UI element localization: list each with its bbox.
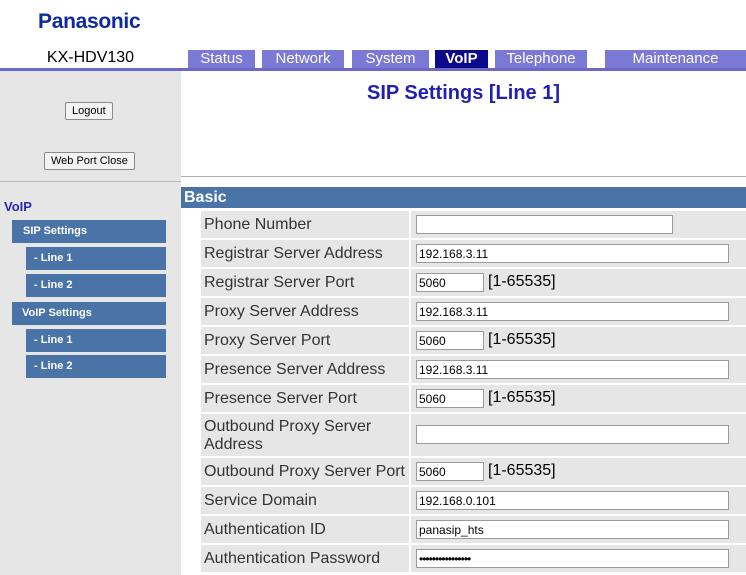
presence-server-address-input[interactable] <box>416 360 729 379</box>
tab-maintenance[interactable]: Maintenance <box>605 50 746 68</box>
tab-status[interactable]: Status <box>188 50 255 68</box>
logout-button[interactable]: Logout <box>65 102 113 120</box>
phone-number-input[interactable] <box>416 215 673 234</box>
label-outbound-proxy-server-address: Outbound Proxy Server Address <box>201 414 409 456</box>
title-divider <box>181 176 746 177</box>
label-presence-server-port: Presence Server Port <box>201 385 409 412</box>
label-registrar-server-address: Registrar Server Address <box>201 240 409 267</box>
label-presence-server-address: Presence Server Address <box>201 356 409 383</box>
cell-outbound-proxy-server-port: [1-65535] <box>411 458 746 485</box>
row-presence-server-address: Presence Server Address <box>201 356 746 383</box>
outbound-proxy-server-port-input[interactable] <box>416 462 484 481</box>
label-registrar-server-port: Registrar Server Port <box>201 269 409 296</box>
tab-system[interactable]: System <box>352 50 429 68</box>
tab-voip[interactable]: VoIP <box>435 50 488 68</box>
row-authentication-id: Authentication ID <box>201 516 746 543</box>
menu-voip-settings[interactable]: VoIP Settings <box>12 302 166 325</box>
cell-phone-number <box>411 211 746 238</box>
registrar-port-range-hint: [1-65535] <box>488 273 556 290</box>
cell-registrar-server-port: [1-65535] <box>411 269 746 296</box>
service-domain-input[interactable] <box>416 491 729 510</box>
label-phone-number: Phone Number <box>201 211 409 238</box>
sidebar-divider <box>0 181 181 182</box>
web-port-close-button[interactable]: Web Port Close <box>44 152 135 170</box>
section-header-basic: Basic <box>181 187 746 208</box>
cell-authentication-id <box>411 516 746 543</box>
sidebar: Logout Web Port Close VoIP SIP Settings … <box>0 71 181 575</box>
row-outbound-proxy-server-address: Outbound Proxy Server Address <box>201 414 746 456</box>
proxy-port-range-hint: [1-65535] <box>488 331 556 348</box>
page-title: SIP Settings [Line 1] <box>367 82 560 104</box>
row-presence-server-port: Presence Server Port [1-65535] <box>201 385 746 412</box>
row-registrar-server-port: Registrar Server Port [1-65535] <box>201 269 746 296</box>
row-authentication-password: Authentication Password <box>201 545 746 572</box>
label-authentication-id: Authentication ID <box>201 516 409 543</box>
cell-presence-server-port: [1-65535] <box>411 385 746 412</box>
cell-service-domain <box>411 487 746 514</box>
authentication-id-input[interactable] <box>416 520 729 539</box>
menu-voip-line-2[interactable]: - Line 2 <box>26 355 166 378</box>
menu-sip-line-1[interactable]: - Line 1 <box>26 247 166 270</box>
authentication-password-input[interactable] <box>416 549 729 568</box>
label-outbound-proxy-server-port: Outbound Proxy Server Port <box>201 458 409 485</box>
cell-registrar-server-address <box>411 240 746 267</box>
row-phone-number: Phone Number <box>201 211 746 238</box>
proxy-server-address-input[interactable] <box>416 302 729 321</box>
cell-proxy-server-port: [1-65535] <box>411 327 746 354</box>
tab-telephone[interactable]: Telephone <box>495 50 587 68</box>
presence-server-port-input[interactable] <box>416 389 484 408</box>
label-authentication-password: Authentication Password <box>201 545 409 572</box>
row-proxy-server-port: Proxy Server Port [1-65535] <box>201 327 746 354</box>
menu-voip-line-1[interactable]: - Line 1 <box>26 329 166 352</box>
cell-presence-server-address <box>411 356 746 383</box>
row-proxy-server-address: Proxy Server Address <box>201 298 746 325</box>
row-registrar-server-address: Registrar Server Address <box>201 240 746 267</box>
cell-proxy-server-address <box>411 298 746 325</box>
label-service-domain: Service Domain <box>201 487 409 514</box>
menu-sip-line-2[interactable]: - Line 2 <box>26 274 166 297</box>
label-proxy-server-port: Proxy Server Port <box>201 327 409 354</box>
cell-outbound-proxy-server-address <box>411 414 746 456</box>
registrar-server-address-input[interactable] <box>416 244 729 263</box>
label-proxy-server-address: Proxy Server Address <box>201 298 409 325</box>
outbound-proxy-port-range-hint: [1-65535] <box>488 462 556 479</box>
row-service-domain: Service Domain <box>201 487 746 514</box>
row-outbound-proxy-server-port: Outbound Proxy Server Port [1-65535] <box>201 458 746 485</box>
proxy-server-port-input[interactable] <box>416 331 484 350</box>
registrar-server-port-input[interactable] <box>416 273 484 292</box>
menu-sip-settings[interactable]: SIP Settings <box>12 220 166 243</box>
model-name: KX-HDV130 <box>46 49 135 66</box>
panasonic-logo: Panasonic <box>38 10 141 33</box>
outbound-proxy-server-address-input[interactable] <box>416 425 729 444</box>
sidebar-section-title: VoIP <box>4 199 32 214</box>
cell-authentication-password <box>411 545 746 572</box>
presence-port-range-hint: [1-65535] <box>488 389 556 406</box>
tab-network[interactable]: Network <box>262 50 344 68</box>
